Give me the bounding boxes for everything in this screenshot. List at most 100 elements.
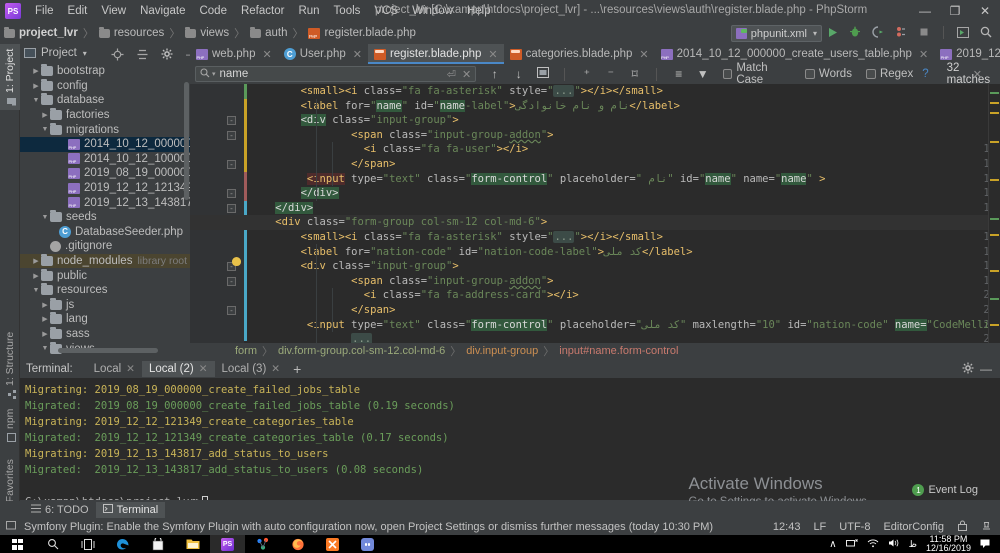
chevron-right-icon[interactable]: ▶ [31,272,41,280]
code-fold-toggle[interactable]: - [227,276,236,286]
menu-view[interactable]: View [94,2,133,20]
close-button[interactable]: ✕ [970,0,1000,22]
tree-node[interactable]: 2019_12_13_143817_add_sta [20,195,190,210]
tab-create-users-table[interactable]: 2014_10_12_000000_create_users_table.php… [655,44,935,64]
line-separator[interactable]: LF [813,521,826,533]
keyboard-language-icon[interactable]: ظ [909,539,917,550]
code-line[interactable]: <span class="input-group-addon"> [250,274,553,289]
regex-help-icon[interactable]: ? [922,68,928,80]
debug-icon[interactable] [847,24,863,40]
code-line[interactable]: </span> [250,157,395,172]
tab-close-icon[interactable]: ✕ [262,48,271,61]
menu-file[interactable]: File [28,2,61,20]
tree-node[interactable]: 2019_12_12_121349_create_ [20,181,190,196]
find-next-icon[interactable]: ↓ [512,67,525,81]
caret-position[interactable]: 12:43 [773,521,801,533]
tree-node[interactable]: 2019_08_19_000000_create_ [20,166,190,181]
tree-node[interactable]: ▼ database [20,93,190,108]
code-fold-toggle[interactable]: - [227,116,236,126]
run-with-coverage-icon[interactable] [870,24,886,40]
notification-icon[interactable] [6,520,17,534]
volume-icon[interactable] [888,538,900,550]
menu-tools[interactable]: Tools [327,2,368,20]
select-all-occurrences-icon[interactable] [536,67,549,81]
code-line[interactable]: <div class="input-group"> [250,259,459,274]
tree-node[interactable]: 2014_10_12_000000_create_ [20,136,190,152]
close-icon[interactable]: ✕ [126,363,135,375]
code-line[interactable]: <small><i class="fa fa-asterisk" style="… [250,230,663,245]
code-line[interactable]: </div> [250,186,339,201]
code-line[interactable]: <label for="name" id="name-label">نام و … [250,99,680,114]
tree-node[interactable]: ▼ resources [20,283,190,298]
chevron-right-icon[interactable]: ▶ [40,301,50,309]
breadcrumb-resources[interactable]: resources [98,26,164,39]
tab-add-status-to-users[interactable]: 2019_12_13_143817_add_status_to_users.ph… [934,44,1000,64]
discord-button[interactable] [350,535,385,553]
hide-terminal-icon[interactable]: — [980,362,992,376]
strip-structure[interactable]: 1: Structure [0,329,20,403]
edge-button[interactable] [105,535,140,553]
file-encoding[interactable]: UTF-8 [839,521,870,533]
code-fold-toggle[interactable]: - [227,306,236,315]
menu-refactor[interactable]: Refactor [234,2,291,20]
minimize-button[interactable]: — [910,0,940,22]
bottom-tab-todo[interactable]: 6: TODO [24,502,96,518]
tree-node[interactable]: C DatabaseSeeder.php [20,225,190,240]
close-find-bar-icon[interactable]: ✕ [973,68,982,81]
collapse-all-icon[interactable] [135,47,149,61]
event-log-button[interactable]: 1 Event Log [912,484,978,496]
chevron-right-icon[interactable]: ▶ [31,257,41,265]
run-configuration-selector[interactable]: phpunit.xml ▾ [730,25,822,42]
lock-icon[interactable] [957,520,968,534]
editorconfig-indicator[interactable]: EditorConfig [883,521,944,533]
clear-search-icon[interactable]: ✕ [462,68,471,81]
chevron-right-icon[interactable]: ▶ [40,315,50,323]
explorer-button[interactable] [175,535,210,553]
find-previous-icon[interactable]: ↑ [488,67,501,81]
bottom-tab-terminal[interactable]: Terminal [95,501,166,518]
code-line[interactable]: <i class="fa fa-user"></i> [250,142,528,157]
code-line[interactable]: <small><i class="fa fa-asterisk" style="… [250,84,663,99]
search-button[interactable] [35,535,70,553]
breadcrumb-div-input-group[interactable]: div.input-group [466,345,538,357]
breadcrumb-views[interactable]: views [185,26,229,39]
task-view-button[interactable] [70,535,105,553]
terminal-tab-local-3[interactable]: Local (3) ✕ [215,361,288,377]
tree-node[interactable]: ▼ seeds [20,210,190,225]
regex-option[interactable]: Regex [865,68,913,80]
tree-vertical-scrollbar[interactable] [184,82,189,200]
tree-node[interactable]: ▶ node_modules library root [20,253,190,269]
settings-gear-icon[interactable] [160,47,174,61]
profile-icon[interactable] [893,24,909,40]
tree-node[interactable]: ▶ bootstrap [20,64,190,79]
intention-bulb-icon[interactable] [232,257,243,268]
tab-close-icon[interactable]: ✕ [488,48,497,61]
match-case-checkbox[interactable] [723,69,733,79]
tree-horizontal-scrollbar[interactable] [58,348,158,353]
code-fold-toggle[interactable]: - [227,160,236,169]
maximize-button[interactable]: ❐ [940,0,970,22]
project-toolwindow-label[interactable]: Project ▾ [24,47,87,59]
wifi-icon[interactable] [867,538,879,550]
chevron-down-icon[interactable]: ▼ [40,214,50,221]
network-icon[interactable] [845,538,858,550]
locate-icon[interactable] [110,47,124,61]
code-fold-toggle[interactable]: - [227,203,236,213]
chevron-down-icon[interactable]: ▼ [40,126,50,133]
tab-close-icon[interactable]: ✕ [353,48,362,61]
multiline-toggle-icon[interactable]: ⏎ [447,68,456,81]
editor-marker-strip[interactable] [988,84,1000,343]
search-everywhere-icon[interactable] [978,24,994,40]
breadcrumb-form[interactable]: form [235,345,257,357]
words-option[interactable]: Words [804,68,852,80]
action-center-icon[interactable] [980,538,994,550]
words-checkbox[interactable] [804,69,815,79]
menu-navigate[interactable]: Navigate [133,2,192,20]
code-line[interactable]: <span class="input-group-addon"> [250,128,553,143]
chevron-down-icon[interactable]: ▼ [31,97,41,104]
in-selection-icon[interactable]: ≡ [672,67,685,81]
chevron-right-icon[interactable]: ▶ [40,111,50,119]
code-line[interactable]: </div> [250,201,314,216]
tree-node[interactable]: ▶ factories [20,108,190,123]
search-input[interactable]: ▾ name ⏎ ✕ [195,66,477,82]
